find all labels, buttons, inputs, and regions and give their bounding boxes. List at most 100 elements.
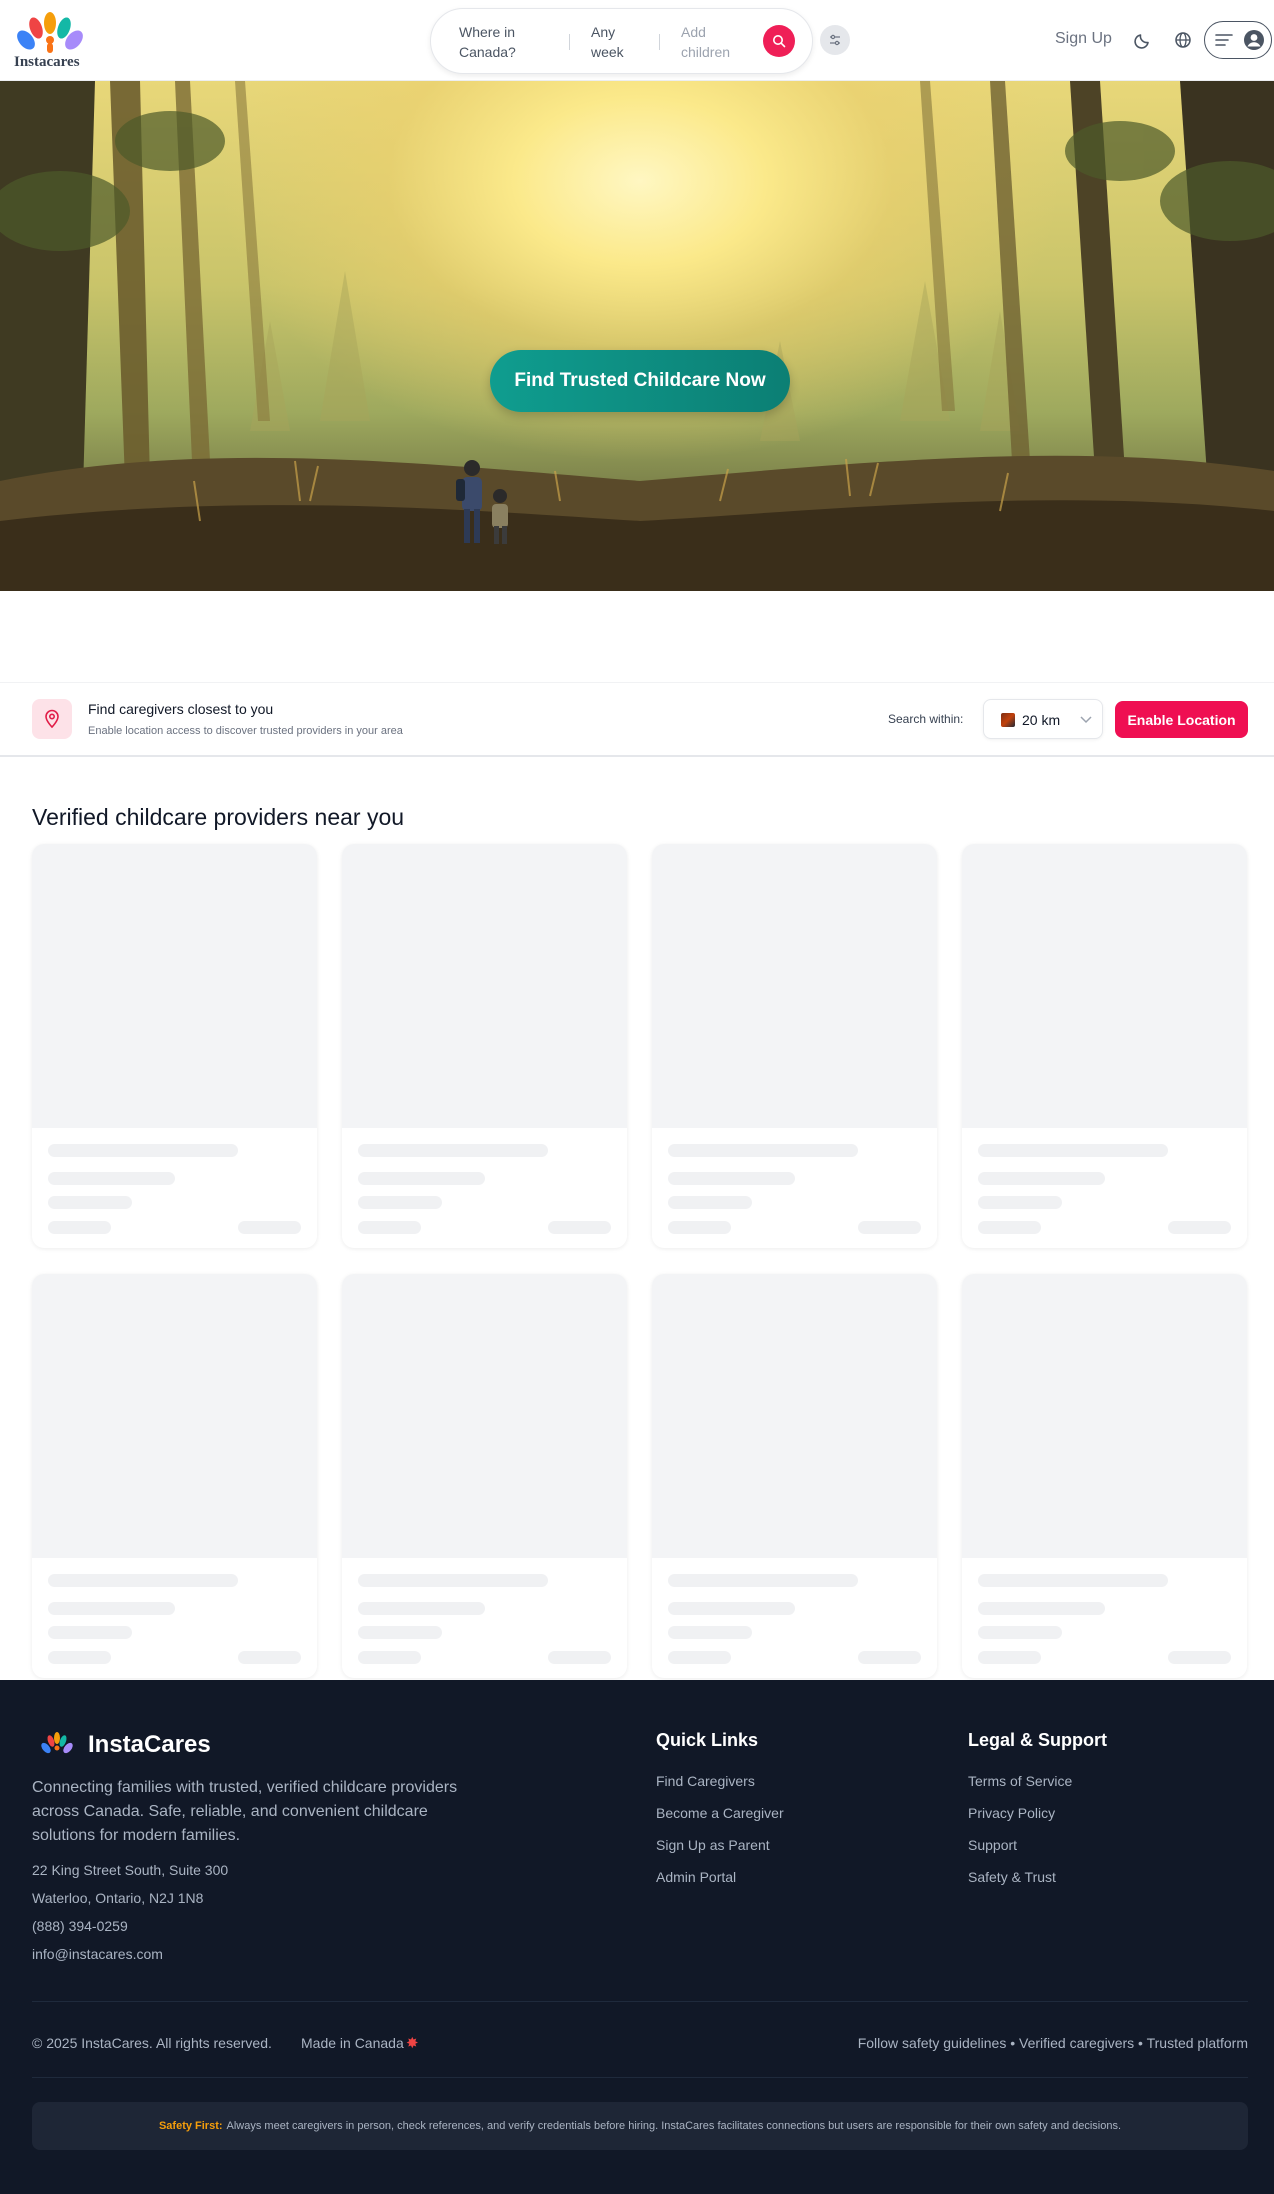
skeleton-line — [858, 1221, 921, 1234]
skeleton-line — [358, 1196, 442, 1209]
provider-card-skeleton[interactable] — [32, 1274, 317, 1678]
language-selector[interactable] — [1173, 30, 1193, 55]
skeleton-line — [978, 1221, 1041, 1234]
footer-brand: InstaCares — [88, 1731, 211, 1758]
footer-address-line: 22 King Street South, Suite 300 — [32, 1862, 229, 1878]
dark-mode-toggle[interactable] — [1133, 30, 1153, 55]
logo-text: Instacares — [14, 54, 80, 70]
skeleton-line — [48, 1574, 238, 1587]
provider-image-placeholder — [32, 1274, 317, 1558]
footer-divider — [32, 2001, 1248, 2002]
skeleton-line — [978, 1172, 1105, 1185]
skeleton-line — [48, 1172, 175, 1185]
footer-link-signup-parent[interactable]: Sign Up as Parent — [656, 1837, 770, 1853]
provider-card-skeleton[interactable] — [32, 844, 317, 1248]
skeleton-line — [1168, 1651, 1231, 1664]
provider-card-skeleton[interactable] — [652, 844, 937, 1248]
footer-link-privacy[interactable]: Privacy Policy — [968, 1805, 1055, 1821]
skeleton-line — [238, 1651, 301, 1664]
provider-image-placeholder — [32, 844, 317, 1128]
sliders-icon — [830, 34, 840, 46]
search-divider — [659, 34, 660, 50]
skeleton-line — [48, 1144, 238, 1157]
filters-button[interactable] — [820, 25, 850, 55]
skeleton-line — [978, 1626, 1062, 1639]
skeleton-line — [358, 1144, 548, 1157]
enable-location-button[interactable]: Enable Location — [1115, 701, 1248, 738]
provider-card-skeleton[interactable] — [342, 1274, 627, 1678]
provider-image-placeholder — [342, 844, 627, 1128]
skeleton-line — [978, 1574, 1168, 1587]
location-pin-badge — [32, 699, 72, 739]
copyright-text: © 2025 InstaCares. All rights reserved. — [32, 2035, 272, 2051]
skeleton-line — [668, 1602, 795, 1615]
search-button[interactable] — [763, 25, 795, 57]
find-childcare-button[interactable]: Find Trusted Childcare Now — [490, 350, 790, 412]
radius-select[interactable]: 20 km — [983, 699, 1103, 739]
skeleton-line — [668, 1221, 731, 1234]
avatar-icon — [1244, 30, 1264, 50]
legal-support-title: Legal & Support — [968, 1730, 1107, 1750]
location-bar: Find caregivers closest to you Enable lo… — [0, 682, 1274, 757]
footer-address-line: Waterloo, Ontario, N2J 1N8 — [32, 1890, 204, 1906]
skeleton-line — [1168, 1221, 1231, 1234]
location-subtitle: Enable location access to discover trust… — [88, 725, 403, 737]
user-menu-button[interactable] — [1204, 21, 1272, 59]
providers-heading: Verified childcare providers near you — [32, 804, 405, 830]
skeleton-line — [48, 1602, 175, 1615]
provider-image-placeholder — [962, 844, 1247, 1128]
search-bar[interactable]: Where in Canada? Any week Add children — [430, 8, 813, 74]
skeleton-line — [358, 1221, 421, 1234]
provider-card-skeleton[interactable] — [342, 844, 627, 1248]
provider-card-skeleton[interactable] — [962, 1274, 1247, 1678]
hero-banner: Find Trusted Childcare Now — [0, 81, 1274, 591]
map-pin-icon — [45, 709, 59, 729]
skeleton-line — [48, 1196, 132, 1209]
skeleton-line — [358, 1574, 548, 1587]
footer-logo-icon — [41, 1732, 73, 1754]
footer-link-support[interactable]: Support — [968, 1837, 1017, 1853]
skeleton-line — [548, 1221, 611, 1234]
sign-up-link[interactable]: Sign Up — [1055, 30, 1112, 48]
skeleton-line — [668, 1172, 795, 1185]
logo-mark-icon — [17, 12, 83, 53]
footer-link-safety-trust[interactable]: Safety & Trust — [968, 1869, 1056, 1885]
globe-icon — [1175, 32, 1191, 48]
provider-image-placeholder — [962, 1274, 1247, 1558]
safety-notice: Safety First: Always meet caregivers in … — [32, 2102, 1248, 2150]
provider-image-placeholder — [652, 1274, 937, 1558]
made-in-canada: Made in Canada — [301, 2035, 404, 2051]
instacares-logo[interactable]: Instacares — [14, 10, 88, 72]
provider-image-placeholder — [342, 1274, 627, 1558]
skeleton-line — [668, 1651, 731, 1664]
footer-link-terms[interactable]: Terms of Service — [968, 1773, 1072, 1789]
skeleton-line — [978, 1651, 1041, 1664]
provider-card-skeleton[interactable] — [962, 844, 1247, 1248]
chevron-down-icon — [1080, 716, 1092, 724]
forest-illustration — [0, 81, 1274, 591]
skeleton-line — [978, 1602, 1105, 1615]
provider-image-placeholder — [652, 844, 937, 1128]
footer-phone[interactable]: (888) 394-0259 — [32, 1918, 128, 1934]
footer-link-admin-portal[interactable]: Admin Portal — [656, 1869, 736, 1885]
hamburger-icon — [1215, 34, 1233, 46]
skeleton-line — [358, 1651, 421, 1664]
skeleton-line — [978, 1144, 1168, 1157]
skeleton-line — [358, 1172, 485, 1185]
footer-description: Connecting families with trusted, verifi… — [32, 1779, 458, 1844]
provider-card-skeleton[interactable] — [652, 1274, 937, 1678]
skeleton-line — [358, 1602, 485, 1615]
footer-link-find-caregivers[interactable]: Find Caregivers — [656, 1773, 755, 1789]
skeleton-line — [48, 1626, 132, 1639]
skeleton-line — [668, 1144, 858, 1157]
search-children-field[interactable]: Add children — [681, 22, 741, 62]
skeleton-line — [978, 1196, 1062, 1209]
footer-link-become-caregiver[interactable]: Become a Caregiver — [656, 1805, 784, 1821]
search-week-field[interactable]: Any week — [591, 22, 641, 62]
search-within-label: Search within: — [888, 712, 964, 726]
search-where-field[interactable]: Where in Canada? — [459, 22, 539, 62]
maple-leaf-icon: ✸ — [406, 2035, 419, 2052]
radius-value: 20 km — [1022, 712, 1061, 728]
quick-links-title: Quick Links — [656, 1730, 759, 1750]
footer-email[interactable]: info@instacares.com — [32, 1946, 163, 1962]
